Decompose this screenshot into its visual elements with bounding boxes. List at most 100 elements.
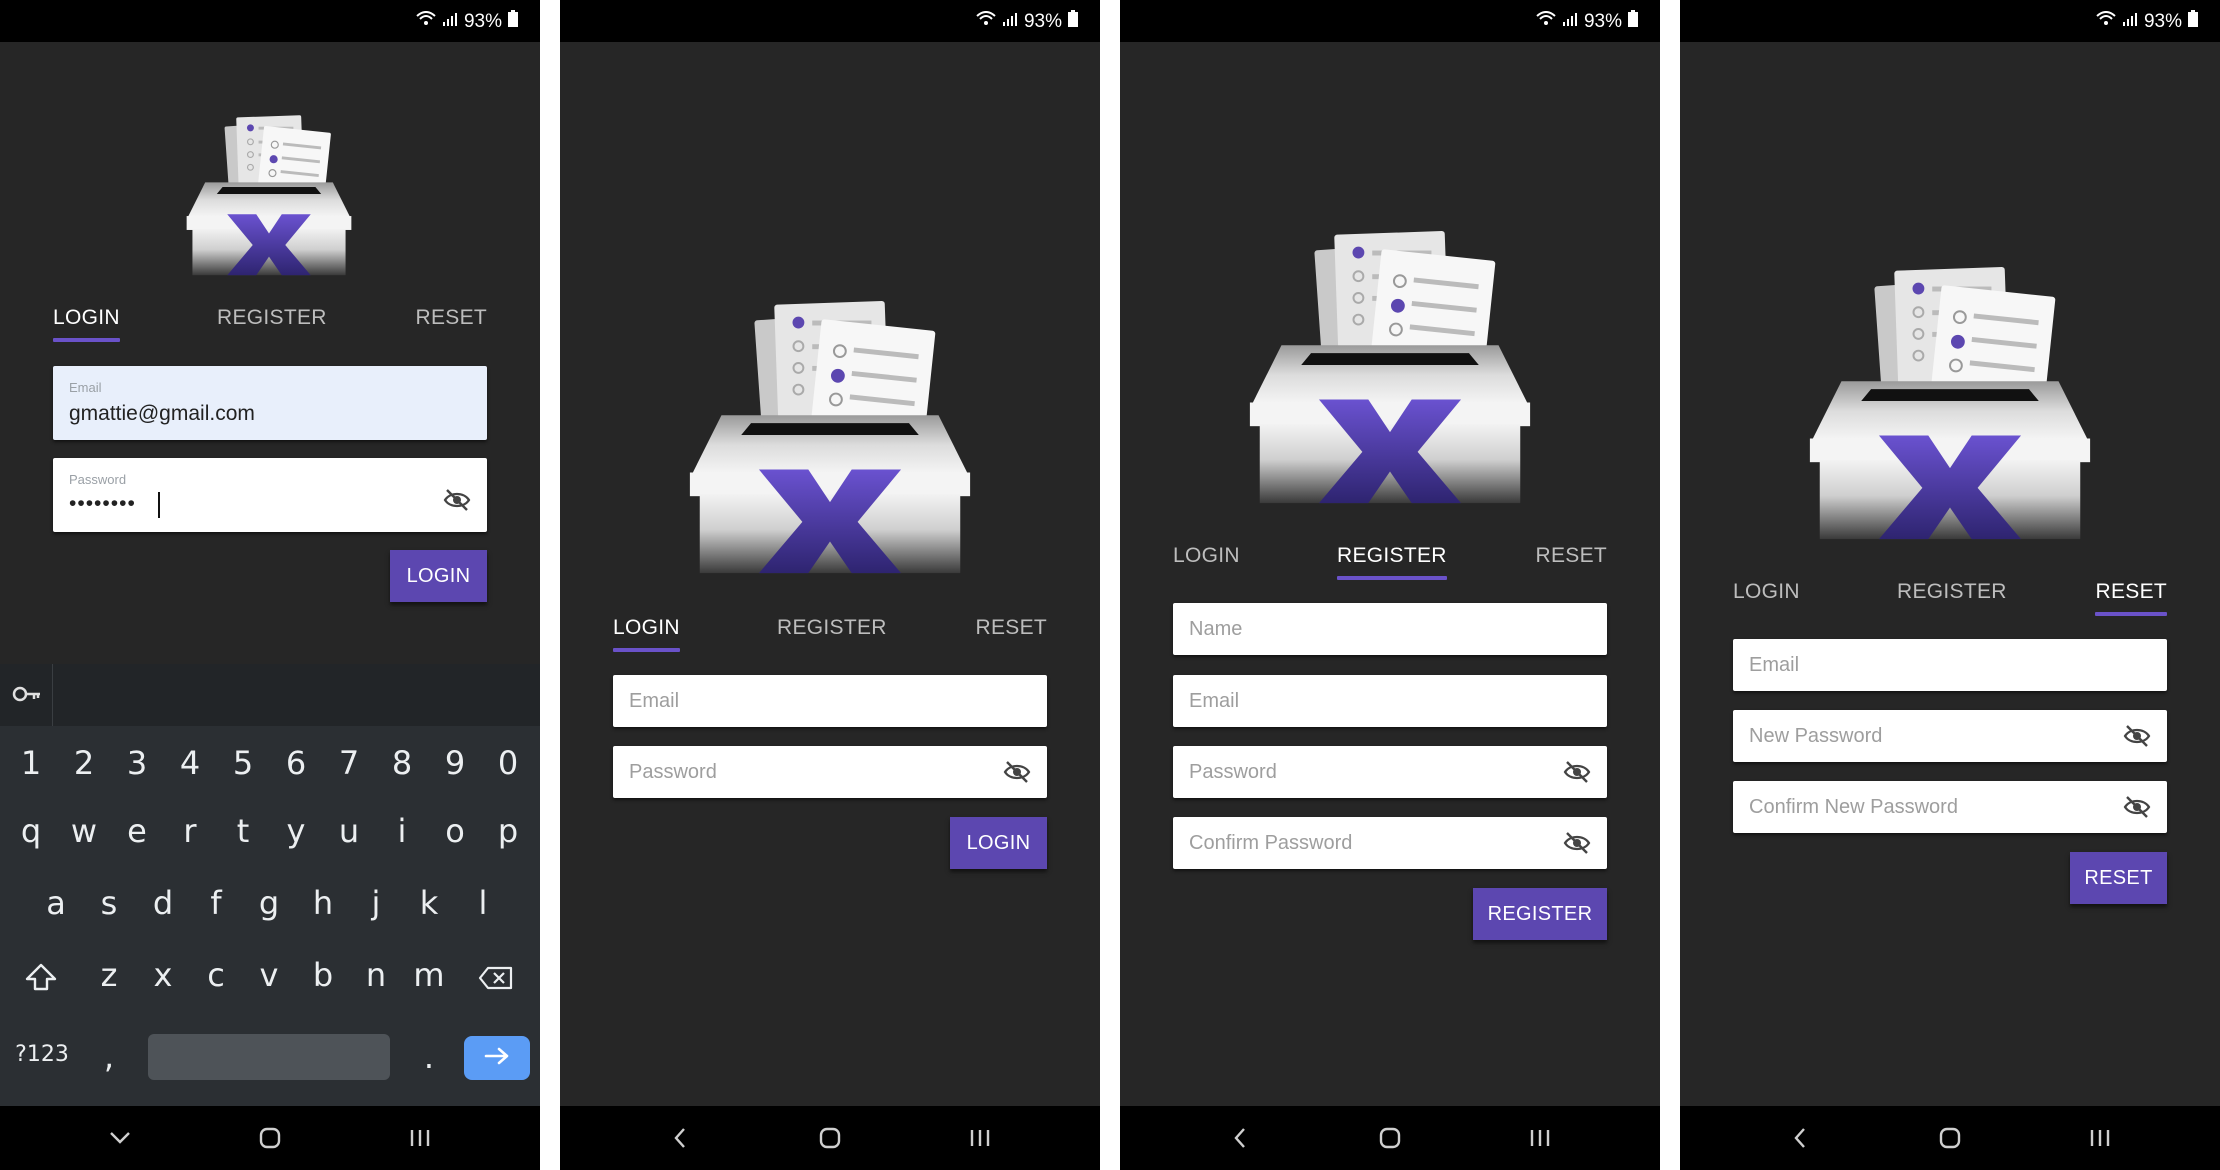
phone-screen-login: 93% LOGIN REGISTER RESET LOGIN [560,0,1100,1170]
tab-register[interactable]: REGISTER [1337,544,1447,580]
key[interactable]: d [138,884,188,922]
key[interactable]: z [84,956,134,994]
key[interactable]: m [404,956,454,994]
back-button[interactable] [660,1120,700,1156]
key[interactable]: 3 [112,744,162,782]
space-bar[interactable] [148,1034,390,1080]
login-button[interactable]: LOGIN [950,817,1047,869]
key[interactable]: w [59,812,109,850]
new-password-field[interactable] [1733,710,2167,762]
key[interactable]: x [138,956,188,994]
key[interactable]: h [298,884,348,922]
key[interactable]: j [351,884,401,922]
key[interactable]: 4 [165,744,215,782]
tab-register[interactable]: REGISTER [777,616,887,650]
key[interactable]: f [191,884,241,922]
tab-reset[interactable]: RESET [415,306,487,340]
key[interactable]: 1 [6,744,56,782]
tab-register[interactable]: REGISTER [217,306,327,340]
recents-button[interactable] [960,1120,1000,1156]
confirm-password-field[interactable] [1173,817,1607,869]
email-input[interactable] [1189,675,1529,727]
visibility-toggle-icon[interactable] [1563,760,1591,784]
recents-button[interactable] [400,1120,440,1156]
key[interactable]: 0 [483,744,533,782]
home-button[interactable] [1370,1120,1410,1156]
back-button[interactable] [1220,1120,1260,1156]
email-field[interactable] [1173,675,1607,727]
key[interactable]: q [6,812,56,850]
register-button[interactable]: REGISTER [1473,888,1607,940]
key[interactable]: 7 [324,744,374,782]
visibility-toggle-icon[interactable] [2123,724,2151,748]
key[interactable]: p [483,812,533,850]
comma-key[interactable]: , [84,1038,134,1076]
key[interactable]: c [191,956,241,994]
visibility-toggle-icon[interactable] [1003,760,1031,784]
key[interactable]: r [165,812,215,850]
recents-button[interactable] [1520,1120,1560,1156]
backspace-icon[interactable] [478,966,514,995]
tab-reset[interactable]: RESET [2095,580,2167,616]
signal-icon [1002,11,1018,33]
tab-register[interactable]: REGISTER [1897,580,2007,614]
key[interactable]: v [244,956,294,994]
email-input[interactable] [1749,639,2089,691]
key[interactable]: b [298,956,348,994]
key[interactable]: t [218,812,268,850]
hide-keyboard-button[interactable] [100,1120,140,1156]
key-icon[interactable] [12,684,42,709]
key[interactable]: e [112,812,162,850]
key[interactable]: g [244,884,294,922]
login-button[interactable]: LOGIN [390,550,487,602]
confirm-password-input[interactable] [1189,817,1529,869]
visibility-toggle-icon[interactable] [443,488,471,512]
home-button[interactable] [250,1120,290,1156]
tab-reset[interactable]: RESET [975,616,1047,650]
key[interactable]: s [84,884,134,922]
password-input[interactable] [1189,746,1529,798]
password-field[interactable]: Password •••••••• [53,458,487,532]
password-input[interactable] [629,746,969,798]
period-key[interactable]: . [404,1038,454,1076]
enter-key[interactable] [464,1036,530,1080]
password-field[interactable] [1173,746,1607,798]
visibility-toggle-icon[interactable] [2123,795,2151,819]
key[interactable]: a [31,884,81,922]
email-input[interactable] [629,675,969,727]
tab-login[interactable]: LOGIN [1173,544,1240,578]
tab-login[interactable]: LOGIN [613,616,680,652]
key[interactable]: 2 [59,744,109,782]
back-button[interactable] [1780,1120,1820,1156]
home-button[interactable] [810,1120,850,1156]
home-button[interactable] [1930,1120,1970,1156]
key[interactable]: o [430,812,480,850]
email-field[interactable] [1733,639,2167,691]
new-password-input[interactable] [1749,710,2089,762]
key[interactable]: 8 [377,744,427,782]
key[interactable]: 6 [271,744,321,782]
key[interactable]: 9 [430,744,480,782]
shift-icon[interactable] [24,962,58,997]
key[interactable]: l [458,884,508,922]
confirm-new-password-field[interactable] [1733,781,2167,833]
key[interactable]: i [377,812,427,850]
tab-login[interactable]: LOGIN [53,306,120,342]
confirm-new-password-input[interactable] [1749,781,2089,833]
key[interactable]: y [271,812,321,850]
name-input[interactable] [1189,603,1529,655]
symbols-key[interactable]: ?123 [10,1042,74,1067]
visibility-toggle-icon[interactable] [1563,831,1591,855]
name-field[interactable] [1173,603,1607,655]
email-field[interactable]: Email gmattie@gmail.com [53,366,487,440]
tab-reset[interactable]: RESET [1535,544,1607,578]
recents-button[interactable] [2080,1120,2120,1156]
tab-login[interactable]: LOGIN [1733,580,1800,614]
email-field[interactable] [613,675,1047,727]
key[interactable]: k [404,884,454,922]
key[interactable]: u [324,812,374,850]
password-field[interactable] [613,746,1047,798]
key[interactable]: n [351,956,401,994]
reset-button[interactable]: RESET [2070,852,2167,904]
key[interactable]: 5 [218,744,268,782]
